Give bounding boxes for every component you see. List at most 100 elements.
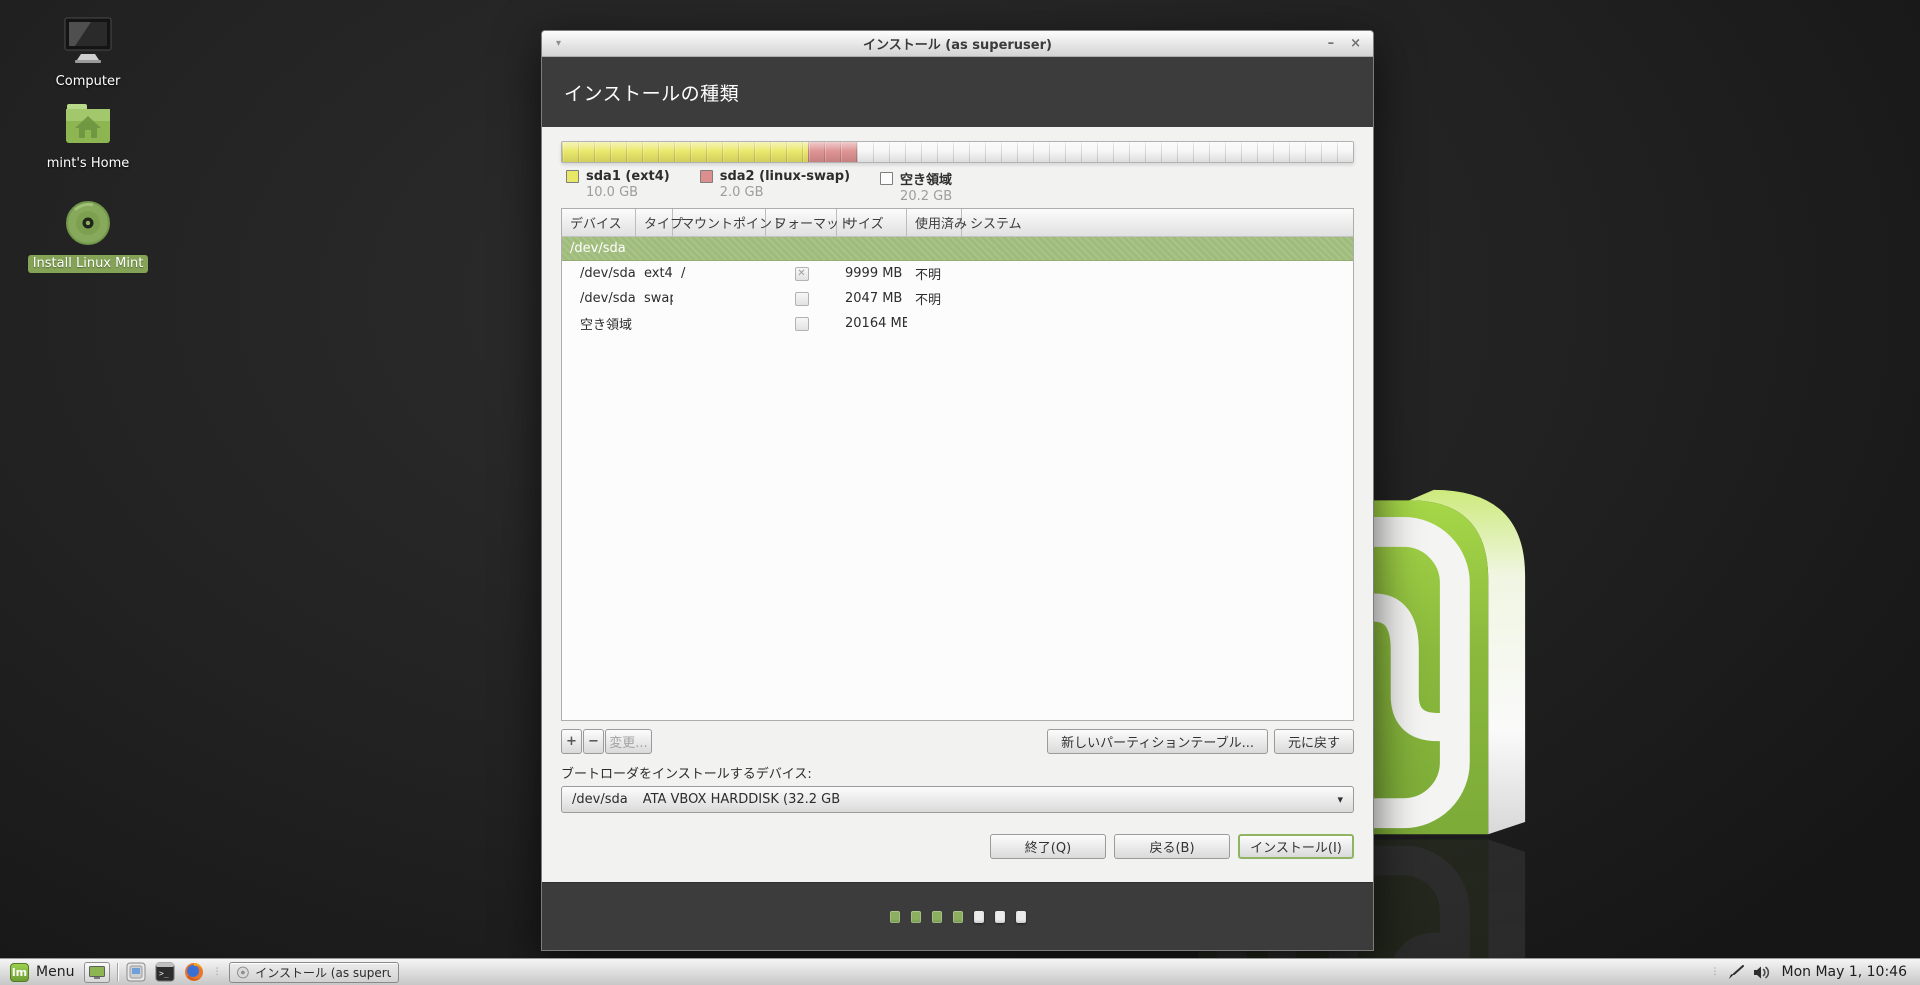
progress-dot-7: [1015, 910, 1026, 923]
home-folder-icon: [66, 104, 110, 143]
table-row[interactable]: 空き領域 20164 MB: [562, 311, 1353, 336]
cell-0: 空き領域: [580, 318, 633, 333]
partition-segment-free: [857, 142, 1353, 162]
computer-icon: [64, 17, 112, 63]
close-icon[interactable]: ×: [1350, 36, 1361, 51]
remove-partition-button[interactable]: −: [583, 729, 604, 754]
task-button-installer[interactable]: インストール (as superu...: [229, 961, 400, 983]
table-row[interactable]: /dev/sda2 swap 2047 MB 不明: [562, 286, 1353, 311]
cell-0: /dev/sda1: [580, 266, 636, 281]
table-row[interactable]: /dev/sda1 ext4 / ✕ 9999 MB 不明: [562, 261, 1353, 286]
column-header-5[interactable]: 使用済み: [907, 209, 967, 236]
page-title: インストールの種類: [564, 82, 740, 105]
partition-bar: [561, 141, 1354, 163]
cell-1: ext4: [644, 266, 673, 281]
bootloader-device-select[interactable]: /dev/sda ATA VBOX HARDDISK (32.2 GB ▾: [561, 786, 1354, 813]
display-launcher-icon: [126, 962, 146, 982]
taskbar-clock[interactable]: Mon May 1, 10:46: [1781, 964, 1907, 980]
column-header-4[interactable]: サイズ: [837, 209, 907, 236]
progress-dot-6: [994, 910, 1005, 923]
tray-handle-icon: ⋮: [1710, 967, 1721, 977]
legend-swatch: [880, 172, 894, 185]
dialog-actions: 終了(Q) 戻る(B) インストール(I): [561, 834, 1354, 859]
window-titlebar[interactable]: ▾ インストール (as superuser) – ×: [542, 31, 1373, 57]
window-shade-icon[interactable]: ▾: [556, 38, 561, 49]
column-header-3[interactable]: フォーマット: [766, 209, 852, 236]
wizard-progress-dots: [542, 882, 1373, 950]
legend-name: sda2 (linux-swap): [719, 169, 851, 184]
desktop-icon-mints-home[interactable]: mint's Home: [26, 102, 150, 173]
partition-toolbar: + − 変更... 新しいパーティションテーブル... 元に戻す: [561, 729, 1354, 754]
legend-swatch: [699, 170, 713, 183]
display-launcher-button[interactable]: [125, 962, 147, 982]
firefox-launcher-button[interactable]: [183, 962, 205, 982]
partition-table[interactable]: デバイス タイプ マウントポイント フォーマット サイズ 使用済み システム /dev/sd…: [561, 208, 1354, 721]
table-header-row: デバイス タイプ マウントポイント フォーマット サイズ 使用済み システム: [562, 209, 1353, 237]
legend-item-0: sda1 (ext4) 10.0 GB: [566, 169, 670, 203]
taskbar: lm Menu >_ ⋮ インストール (as superu... ⋮ Mon …: [0, 958, 1920, 985]
installer-window: ▾ インストール (as superuser) – × インストールの種類 sd…: [541, 30, 1374, 951]
column-header-1[interactable]: タイプ: [636, 209, 683, 236]
combo-device-value: /dev/sda: [572, 792, 628, 807]
bootloader-label: ブートローダをインストールするデバイス:: [561, 767, 812, 782]
desktop-icon-computer[interactable]: Computer: [26, 16, 150, 91]
paintbrush-tray-icon[interactable]: [1728, 964, 1745, 980]
page-header: インストールの種類: [542, 57, 1373, 127]
change-partition-button[interactable]: 変更...: [605, 729, 652, 754]
minimize-icon[interactable]: –: [1328, 36, 1335, 51]
show-desktop-icon: [89, 965, 106, 979]
revert-button[interactable]: 元に戻す: [1273, 729, 1354, 754]
task-disc-icon: [237, 966, 250, 978]
desktop-icon-install-linux-mint[interactable]: Install Linux Mint: [26, 200, 150, 273]
format-checkbox[interactable]: [794, 291, 809, 306]
svg-text:>_: >_: [159, 969, 169, 978]
terminal-icon: >_: [155, 962, 175, 982]
volume-icon[interactable]: [1753, 965, 1771, 980]
legend-swatch: [566, 170, 579, 183]
partition-legend: sda1 (ext4) 10.0 GB sda2 (linux-swap) 2.0 G…: [561, 169, 1354, 204]
progress-dot-5: [973, 910, 984, 923]
combo-device-description: ATA VBOX HARDDISK (32.2 GB: [642, 792, 841, 807]
task-button-label: インストール (as superu...: [255, 965, 392, 980]
partition-segment-sda1: [562, 142, 808, 162]
mint-menu-icon: lm: [10, 962, 29, 982]
table-row-dev-sda[interactable]: /dev/sda: [562, 237, 1353, 261]
cell-0: /dev/sda2: [580, 291, 636, 306]
format-checkbox[interactable]: ✕: [794, 266, 809, 281]
firefox-icon: [185, 963, 204, 981]
taskbar-handle-icon: ⋮: [212, 967, 223, 977]
column-header-6[interactable]: システム: [962, 209, 1353, 236]
partition-segment-sda2: [808, 142, 858, 162]
format-checkbox[interactable]: [794, 316, 809, 331]
progress-dot-3: [931, 910, 942, 923]
column-header-0[interactable]: デバイス: [562, 209, 636, 236]
chevron-down-icon: ▾: [1337, 793, 1343, 806]
install-disc-icon: [66, 201, 110, 245]
window-body: sda1 (ext4) 10.0 GB sda2 (linux-swap) 2.0 G…: [542, 127, 1373, 882]
desktop-icon-label: Computer: [55, 74, 121, 89]
legend-item-2: 空き領域 20.2 GB: [880, 169, 953, 204]
install-button[interactable]: インストール(I): [1238, 834, 1354, 859]
terminal-launcher-button[interactable]: >_: [154, 962, 176, 982]
legend-name: sda1 (ext4): [586, 169, 670, 184]
legend-name: 空き領域: [900, 173, 953, 188]
legend-size: 10.0 GB: [586, 185, 639, 200]
back-button[interactable]: 戻る(B): [1114, 834, 1230, 859]
cell-4: 9999 MB: [845, 266, 903, 281]
new-partition-table-button[interactable]: 新しいパーティションテーブル...: [1047, 729, 1268, 754]
column-header-2[interactable]: マウントポイント: [673, 209, 785, 236]
cell-5: 不明: [915, 293, 942, 308]
desktop-icon-label: Install Linux Mint: [27, 255, 149, 273]
taskbar-separator: [117, 963, 119, 981]
quit-button[interactable]: 終了(Q): [990, 834, 1106, 859]
legend-size: 20.2 GB: [900, 189, 953, 204]
cell-1: swap: [644, 291, 673, 306]
add-partition-button[interactable]: +: [561, 729, 582, 754]
desktop-icon-label: mint's Home: [46, 156, 130, 171]
cell-4: 20164 MB: [845, 316, 907, 331]
progress-dot-1: [889, 910, 900, 923]
progress-dot-2: [910, 910, 921, 923]
show-desktop-button[interactable]: [84, 961, 111, 983]
progress-dot-4: [952, 910, 963, 923]
menu-button[interactable]: lm Menu: [7, 962, 77, 982]
